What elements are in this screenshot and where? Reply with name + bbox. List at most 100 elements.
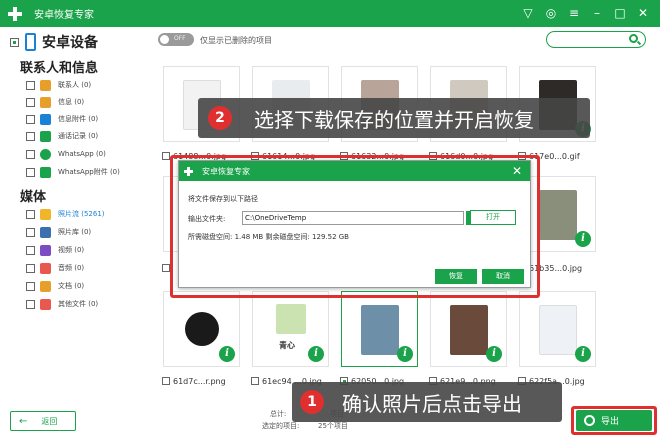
selected-label: 选定的项目:	[262, 422, 300, 430]
save-dialog: 安卓恢复专家 ✕ 将文件保存到以下路径 输出文件夹: C:\OneDriveTe…	[178, 160, 531, 288]
sidebar-item-whatsapp-attachments[interactable]: WhatsApp附件 (0)	[26, 166, 120, 178]
item-checkbox[interactable]	[26, 209, 35, 219]
whatsapp-icon	[40, 148, 51, 160]
export-button-label: 导出	[601, 417, 620, 427]
maximize-icon[interactable]: □	[613, 5, 627, 21]
sidebar-item-label: 视频 (0)	[58, 246, 85, 254]
sidebar-item-photo-stream[interactable]: 照片流 (5261)	[26, 208, 105, 220]
wifi-icon[interactable]: ▽	[521, 5, 535, 21]
item-checkbox[interactable]	[26, 80, 35, 90]
photo-stream-icon	[40, 208, 51, 220]
photo-tile-selected[interactable]: i	[341, 291, 418, 367]
sidebar-item-other-files[interactable]: 其他文件 (0)	[26, 298, 98, 310]
search-input[interactable]	[546, 31, 646, 48]
info-icon[interactable]: i	[575, 231, 591, 247]
sidebar-item-audio[interactable]: 音频 (0)	[26, 262, 84, 274]
item-checkbox[interactable]	[26, 299, 35, 309]
item-checkbox[interactable]	[26, 131, 35, 141]
search-icon	[629, 34, 638, 43]
selected-value: 25个项目	[318, 422, 348, 430]
photo-checkbox[interactable]	[251, 377, 259, 385]
window-controls: ▽ ◎ ≡ – □ ✕	[521, 5, 650, 21]
export-icon	[584, 415, 595, 426]
document-icon	[40, 280, 51, 292]
output-path-field[interactable]: C:\OneDriveTemp	[242, 211, 464, 225]
info-icon[interactable]: i	[308, 346, 324, 362]
info-icon[interactable]: i	[486, 346, 502, 362]
minimize-icon[interactable]: –	[590, 5, 604, 21]
photo-tile[interactable]: i	[519, 291, 596, 367]
device-checkbox[interactable]	[10, 37, 19, 47]
sidebar-item-attachments[interactable]: 信息附件 (0)	[26, 113, 98, 125]
photo-thumbnail	[276, 304, 306, 334]
cancel-button[interactable]: 取消	[482, 269, 524, 284]
step-2-badge: 2	[208, 106, 232, 130]
info-icon[interactable]: i	[397, 346, 413, 362]
photo-checkbox[interactable]	[162, 264, 170, 272]
sidebar-item-documents[interactable]: 文档 (0)	[26, 280, 84, 292]
toggle-state: OFF	[174, 35, 186, 42]
sidebar-item-label: 音频 (0)	[58, 264, 85, 272]
total-label: 总计:	[270, 410, 287, 418]
photo-tile[interactable]: i	[163, 291, 240, 367]
call-log-icon	[40, 130, 51, 142]
item-checkbox[interactable]	[26, 281, 35, 291]
photo-caption	[162, 262, 170, 274]
info-icon[interactable]: i	[575, 346, 591, 362]
device-label: 安卓设备	[42, 35, 98, 51]
sidebar-item-video[interactable]: 视频 (0)	[26, 244, 84, 256]
attachment-icon	[40, 113, 51, 125]
sidebar-item-call-log[interactable]: 通话记录 (0)	[26, 130, 98, 142]
item-checkbox[interactable]	[26, 245, 35, 255]
export-button[interactable]: 导出	[576, 410, 652, 431]
save-to-label: 将文件保存到以下路径	[188, 195, 258, 203]
item-checkbox[interactable]	[26, 227, 35, 237]
info-icon[interactable]: i	[219, 346, 235, 362]
sidebar-item-label: 信息附件 (0)	[58, 115, 99, 123]
photo-thumbnail	[450, 305, 488, 355]
item-checkbox[interactable]	[26, 167, 35, 177]
item-checkbox[interactable]	[26, 263, 35, 273]
whatsapp-attachment-icon	[40, 166, 51, 178]
group-contacts-label: 联系人和信息	[20, 61, 99, 76]
disk-space-info: 所需磁盘空间: 1.48 MB 剩余磁盘空间: 129.52 GB	[188, 233, 349, 241]
item-checkbox[interactable]	[26, 114, 35, 124]
toggle-knob	[160, 35, 169, 44]
sidebar-item-contacts[interactable]: 联系人 (0)	[26, 79, 91, 91]
back-button-label: 返回	[41, 416, 58, 426]
step-1-text: 确认照片后点击导出	[342, 392, 522, 416]
menu-icon[interactable]: ≡	[567, 5, 581, 21]
deleted-only-toggle[interactable]: OFF	[158, 33, 194, 46]
sidebar-item-photo-library[interactable]: 照片库 (0)	[26, 226, 91, 238]
open-folder-button[interactable]: 打开	[470, 210, 516, 225]
device-row[interactable]: 安卓设备	[10, 32, 98, 52]
sidebar-item-label: 联系人 (0)	[58, 81, 92, 89]
phone-icon	[25, 33, 36, 51]
chat-icon[interactable]: ◎	[544, 5, 558, 21]
sidebar-item-label: 文档 (0)	[58, 282, 85, 290]
step-2-text: 选择下载保存的位置并开启恢复	[254, 108, 534, 132]
photo-checkbox[interactable]	[162, 152, 170, 160]
photo-thumbnail	[361, 305, 399, 355]
app-logo-icon	[8, 6, 22, 21]
group-media-label: 媒体	[20, 190, 47, 205]
contacts-icon	[40, 79, 51, 91]
photo-tile[interactable]: 青心 i	[252, 291, 329, 367]
item-checkbox[interactable]	[26, 149, 35, 159]
photo-checkbox[interactable]	[162, 377, 170, 385]
sidebar-item-label: 通话记录 (0)	[58, 132, 99, 140]
photo-filename: 61d7c...r.png	[173, 376, 226, 386]
back-button[interactable]: ← 返回	[10, 411, 76, 431]
dialog-close-icon[interactable]: ✕	[512, 164, 522, 178]
sidebar-item-label: 照片流 (5261)	[58, 210, 105, 218]
output-folder-label: 输出文件夹:	[188, 215, 226, 223]
item-checkbox[interactable]	[26, 97, 35, 107]
dialog-logo-icon	[184, 166, 193, 176]
sidebar-item-messages[interactable]: 信息 (0)	[26, 96, 84, 108]
photo-caption: 61d7c...r.png	[162, 375, 226, 387]
recover-button[interactable]: 恢复	[435, 269, 477, 284]
audio-icon	[40, 262, 51, 274]
close-icon[interactable]: ✕	[636, 5, 650, 21]
sidebar-item-whatsapp[interactable]: WhatsApp (0)	[26, 148, 106, 160]
photo-tile[interactable]: i	[430, 291, 507, 367]
